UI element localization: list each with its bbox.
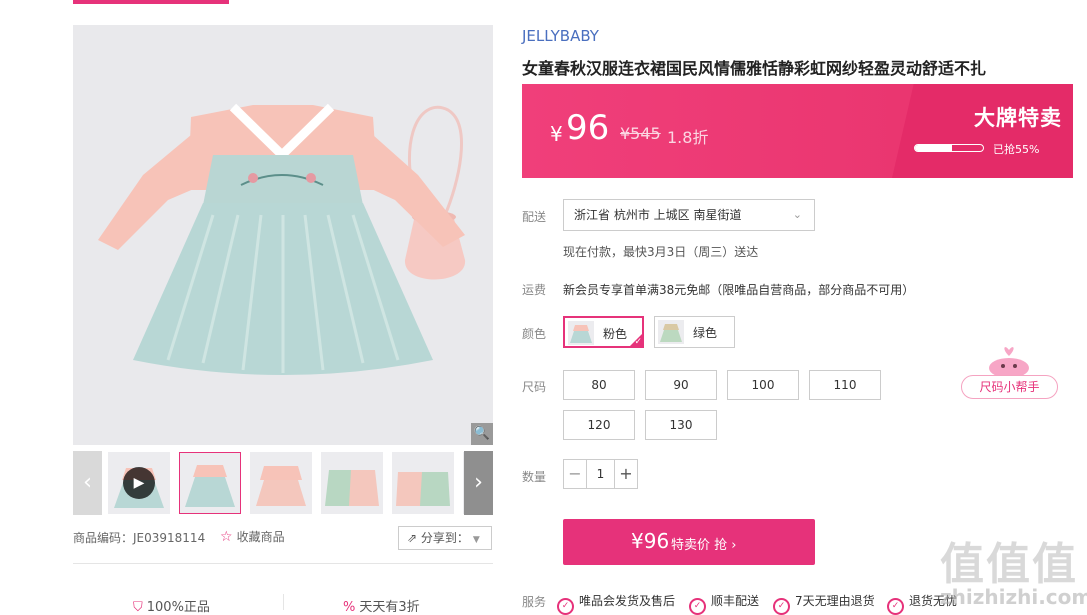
shipping-info: 新会员专享首单满38元免邮（限唯品自营商品，部分商品不可用）	[563, 283, 915, 297]
quantity-increase-button[interactable]: +	[614, 460, 637, 488]
check-circle-icon: ✓	[689, 598, 706, 615]
size-helper-button[interactable]: 尺码小帮手	[961, 375, 1058, 399]
buy-button-price: ¥96	[631, 529, 670, 553]
thumb-next-arrow[interactable]: ›	[464, 451, 493, 515]
shipping-label: 运费	[522, 283, 547, 297]
site-watermark: 值值值	[940, 539, 1078, 590]
chevron-down-icon: ⌄	[792, 208, 802, 221]
check-circle-icon: ✓	[887, 598, 904, 615]
size-option-80[interactable]: 80	[563, 370, 635, 400]
color-option-label: 粉色	[603, 327, 628, 341]
thumb-prev-arrow[interactable]: ‹	[73, 451, 102, 515]
address-select[interactable]: 浙江省 杭州市 上城区 南星街道 ⌄	[563, 199, 815, 231]
quantity-decrease-button[interactable]: −	[564, 460, 587, 488]
thumb-dress-image	[180, 453, 240, 513]
delivery-estimate: 现在付款，最快3月3日（周三）送达	[563, 245, 759, 259]
check-circle-icon: ✓	[773, 598, 790, 615]
favorite-button[interactable]: ☆ 收藏商品	[220, 528, 285, 545]
share-button[interactable]: ⇗ 分享到： ▼	[398, 526, 492, 550]
whale-mascot-icon	[989, 347, 1029, 378]
service-label: 服务	[522, 595, 547, 609]
divider	[283, 594, 284, 610]
buy-now-button[interactable]: ¥96 特卖价 抢 ›	[563, 519, 815, 565]
divider	[73, 563, 493, 564]
service-item-label: 顺丰配送	[711, 594, 760, 608]
price-banner: ¥ 96 ¥545 1.8折 大牌特卖 已抢55%	[522, 84, 1073, 178]
service-item: ✓ 唯品会发货及售后	[557, 592, 675, 615]
discount-rate: 1.8折	[667, 128, 709, 147]
service-item: ✓ 顺丰配送	[689, 592, 759, 615]
check-icon: ✓	[634, 337, 642, 347]
color-swatch-green	[658, 320, 684, 344]
guarantee-authentic: ⛉ 100%正品	[133, 596, 210, 615]
color-option-green[interactable]: 绿色	[654, 316, 735, 348]
thumb-4[interactable]	[392, 452, 454, 514]
thumb-3[interactable]	[321, 452, 383, 514]
thumb-video[interactable]: ▶	[108, 452, 170, 514]
guarantee-discount-label: 天天有3折	[359, 600, 420, 615]
guarantee-discount: % 天天有3折	[343, 596, 420, 615]
quantity-stepper: − 1 +	[563, 459, 638, 489]
quantity-label: 数量	[522, 470, 547, 484]
buy-button-label: 特卖价 抢 ›	[671, 538, 737, 553]
brand-link[interactable]: JELLYBABY	[522, 27, 599, 45]
check-circle-icon: ✓	[557, 598, 574, 615]
current-price: 96	[566, 108, 610, 148]
play-icon[interactable]: ▶	[123, 467, 155, 499]
swatch-image	[568, 321, 594, 345]
zoom-icon[interactable]: 🔍	[471, 423, 493, 445]
site-watermark-url: zhizhizhi.com	[940, 585, 1087, 609]
size-option-130[interactable]: 130	[645, 410, 717, 440]
delivery-label: 配送	[522, 210, 547, 224]
share-label: 分享到：	[420, 531, 469, 545]
color-option-label: 绿色	[693, 326, 718, 340]
quantity-input[interactable]: 1	[587, 460, 614, 488]
color-swatch-pink	[568, 321, 594, 345]
original-price: ¥545	[620, 124, 661, 143]
size-option-110[interactable]: 110	[809, 370, 881, 400]
nav-active-indicator	[73, 0, 229, 4]
sold-progress-fill	[915, 145, 953, 151]
thumb-1[interactable]	[179, 452, 241, 514]
percent-icon: %	[343, 600, 356, 615]
thumb-dress-image	[392, 452, 454, 514]
swatch-image	[658, 320, 684, 344]
price-currency: ¥	[550, 122, 563, 146]
size-option-120[interactable]: 120	[563, 410, 635, 440]
service-item-label: 7天无理由退货	[795, 594, 875, 608]
size-option-100[interactable]: 100	[727, 370, 799, 400]
shield-icon: ⛉	[133, 600, 143, 615]
favorite-label: 收藏商品	[236, 530, 285, 544]
service-item-label: 唯品会发货及售后	[579, 594, 676, 608]
size-option-90[interactable]: 90	[645, 370, 717, 400]
service-item: ✓ 7天无理由退货	[773, 592, 875, 615]
product-code: 商品编码：JE03918114	[73, 531, 206, 545]
share-icon: ⇗	[407, 531, 421, 545]
promo-title: 大牌特卖	[974, 106, 1062, 130]
address-value: 浙江省 杭州市 上城区 南星街道	[574, 208, 742, 222]
dress-illustration	[73, 25, 493, 445]
heart-icon: ☆	[220, 529, 233, 545]
thumb-dress-image	[250, 452, 312, 514]
thumb-2[interactable]	[250, 452, 312, 514]
color-option-pink[interactable]: 粉色 ✓	[563, 316, 644, 348]
main-product-image[interactable]: 🔍	[73, 25, 493, 445]
product-title: 女童春秋汉服连衣裙国民风情儒雅恬静彩虹网纱轻盈灵动舒适不扎	[522, 59, 987, 78]
thumb-dress-image	[321, 452, 383, 514]
sold-percent-text: 已抢55%	[993, 143, 1040, 156]
size-label: 尺码	[522, 380, 547, 394]
sold-progress-bar	[914, 144, 984, 152]
guarantee-authentic-label: 100%正品	[146, 600, 210, 615]
chevron-down-icon: ▼	[472, 535, 480, 545]
color-label: 颜色	[522, 327, 547, 341]
